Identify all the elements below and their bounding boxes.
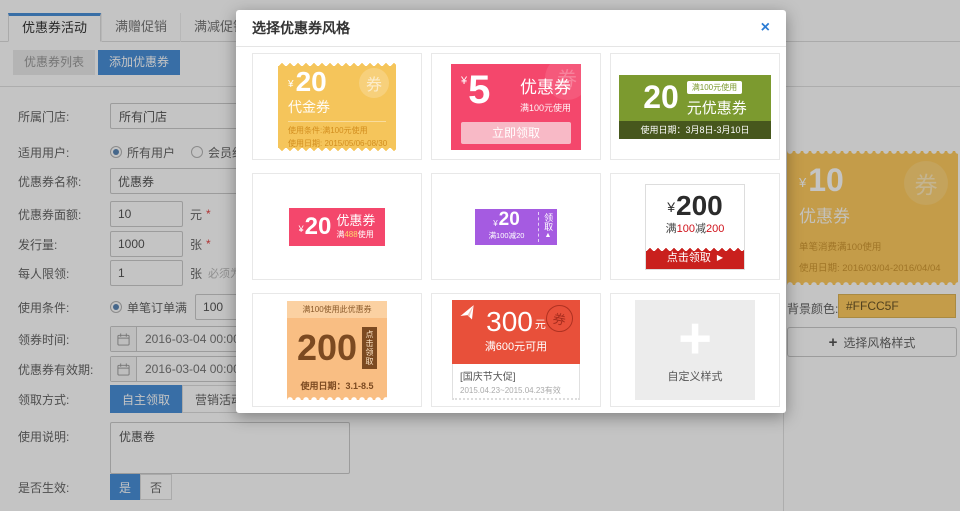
coupon-condition: 满488使用 bbox=[336, 229, 375, 240]
coupon-style-option-8[interactable]: 券 300 元 满600元可用 [国庆节大促] 2015.04.23~2015.… bbox=[431, 293, 601, 407]
coupon-style-option-7[interactable]: 满100使用此优惠券 200 点击领取 使用日期：3.1-8.5 bbox=[252, 293, 422, 407]
currency-symbol: ¥ bbox=[288, 79, 294, 90]
coupon-condition: 满600元可用 bbox=[485, 338, 547, 354]
coupon-style-option-1[interactable]: 券 ¥ 20 代金券 使用条件:满100元使用 使用日期: 2015/05/06… bbox=[252, 53, 422, 160]
click-claim-tab[interactable]: 点击领取 bbox=[362, 327, 377, 369]
click-claim-button[interactable]: 点击领取 ▶ bbox=[646, 246, 744, 269]
serrated-edge bbox=[646, 246, 744, 251]
coupon-card-banner-pink: ¥ 20 优惠券 满488使用 bbox=[289, 208, 385, 246]
coupon-name: 代金券 bbox=[288, 97, 386, 117]
coupon-info: 使用条件:满100元使用 使用日期: 2015/05/06-08/30 bbox=[288, 121, 386, 151]
currency-symbol: ¥ bbox=[667, 199, 675, 215]
coupon-date: 使用日期：3月8日-3月10日 bbox=[619, 121, 771, 139]
coupon-amount: ¥ 5 bbox=[461, 73, 490, 107]
amount-unit: 元 bbox=[535, 316, 546, 332]
amount-value: 20 bbox=[305, 217, 332, 236]
coupon-badge: 券 bbox=[545, 56, 589, 100]
triangle-right-icon: ▶ bbox=[717, 253, 723, 262]
coupon-card-red-white: 券 300 元 满600元可用 [国庆节大促] 2015.04.23~2015.… bbox=[452, 300, 580, 400]
amount-value: 200 bbox=[297, 334, 357, 363]
paper-plane-icon bbox=[458, 304, 480, 328]
coupon-card-orange: 满100使用此优惠券 200 点击领取 使用日期：3.1-8.5 bbox=[287, 301, 387, 400]
plus-icon: + bbox=[678, 316, 712, 362]
serrated-edge bbox=[278, 148, 396, 153]
claim-label: 点击领取 bbox=[667, 249, 711, 265]
coupon-style-option-custom[interactable]: + 自定义样式 bbox=[610, 293, 780, 407]
perforated-edge bbox=[287, 395, 387, 400]
coupon-validity: 2015.04.23~2015.04.23有效 bbox=[460, 385, 572, 396]
coupon-condition: 满100使用此优惠券 bbox=[287, 301, 387, 318]
coupon-card-pink: 券 ¥ 5 优惠券 满100元使用 立即领取 bbox=[451, 64, 581, 150]
claim-now-button[interactable]: 立即领取 bbox=[461, 122, 571, 144]
triangle-up-icon: ▲ bbox=[545, 232, 552, 240]
coupon-tag: [国庆节大促] bbox=[460, 368, 572, 383]
custom-style-card: + 自定义样式 bbox=[635, 300, 755, 400]
coupon-title: 元优惠券 bbox=[687, 97, 747, 118]
claim-label: 领取 bbox=[543, 213, 553, 231]
currency-symbol: ¥ bbox=[299, 224, 304, 234]
close-icon[interactable]: × bbox=[761, 20, 770, 36]
coupon-style-option-6[interactable]: ¥ 200 满100减200 点击领取 ▶ bbox=[610, 173, 780, 280]
coupon-title: 优惠券 bbox=[336, 214, 375, 227]
coupon-admin-page: 优惠券活动 满赠促销 满减促销 搭配促销 优惠券列表 添加优惠券 所属门店: 所… bbox=[0, 0, 960, 511]
serrated-edge bbox=[278, 61, 396, 66]
coupon-amount: ¥ 20 bbox=[299, 217, 332, 236]
coupon-badge: 券 bbox=[359, 68, 389, 98]
amount-value: 20 bbox=[643, 85, 679, 111]
coupon-style-option-4[interactable]: ¥ 20 优惠券 满488使用 bbox=[252, 173, 422, 280]
coupon-amount: 300 元 bbox=[486, 310, 546, 334]
claim-tab: 领取 ▲ bbox=[539, 209, 557, 245]
coupon-condition: 满100减20 bbox=[489, 230, 525, 241]
coupon-card-yellow: 券 ¥ 20 代金券 使用条件:满100元使用 使用日期: 2015/05/06… bbox=[278, 61, 396, 153]
coupon-card-green: 20 满100元使用 元优惠券 使用日期：3月8日-3月10日 bbox=[619, 75, 771, 139]
modal-title: 选择优惠券风格 bbox=[252, 18, 761, 38]
coupon-condition: 满100减200 bbox=[666, 220, 725, 236]
coupon-condition-pill: 满100元使用 bbox=[687, 81, 742, 94]
coupon-style-option-2[interactable]: 券 ¥ 5 优惠券 满100元使用 立即领取 bbox=[431, 53, 601, 160]
coupon-amount: ¥ 200 bbox=[667, 194, 723, 218]
amount-value: 200 bbox=[676, 194, 723, 218]
coupon-style-grid: 券 ¥ 20 代金券 使用条件:满100元使用 使用日期: 2015/05/06… bbox=[252, 53, 780, 407]
amount-value: 5 bbox=[468, 73, 490, 107]
coupon-amount: ¥ 20 bbox=[493, 212, 520, 228]
currency-symbol: ¥ bbox=[493, 219, 497, 228]
currency-symbol: ¥ bbox=[461, 75, 467, 107]
coupon-condition: 满100元使用 bbox=[520, 101, 571, 114]
coupon-style-option-5[interactable]: ¥ 20 满100减20 领取 ▲ bbox=[431, 173, 601, 280]
amount-value: 300 bbox=[486, 310, 533, 334]
coupon-condition: 使用条件:满100元使用 bbox=[288, 125, 386, 138]
coupon-card-white-red: ¥ 200 满100减200 点击领取 ▶ bbox=[645, 184, 745, 270]
amount-value: 20 bbox=[499, 212, 520, 228]
custom-style-label: 自定义样式 bbox=[668, 368, 723, 384]
coupon-stamp-badge: 券 bbox=[543, 302, 575, 334]
modal-header: 选择优惠券风格 × bbox=[236, 10, 786, 47]
amount-value: 20 bbox=[296, 71, 327, 93]
coupon-style-option-3[interactable]: 20 满100元使用 元优惠券 使用日期：3月8日-3月10日 bbox=[610, 53, 780, 160]
coupon-style-modal: 选择优惠券风格 × 券 ¥ 20 代金券 使用条件:满100元使用 使用日 bbox=[236, 10, 786, 413]
coupon-card-purple: ¥ 20 满100减20 领取 ▲ bbox=[475, 209, 557, 245]
